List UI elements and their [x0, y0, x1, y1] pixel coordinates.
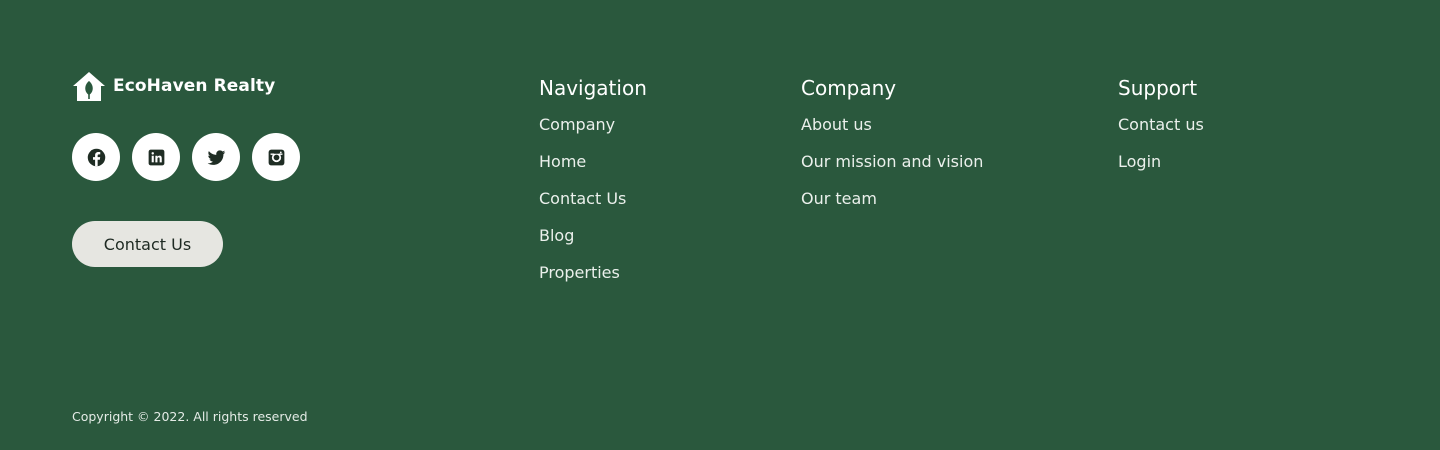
nav-link-properties[interactable]: Properties — [539, 263, 647, 300]
facebook-button[interactable] — [72, 133, 120, 181]
contact-us-button[interactable]: Contact Us — [72, 221, 223, 267]
site-footer: EcoHaven Realty Contact Us Navigation Co… — [0, 0, 1440, 450]
nav-link-blog[interactable]: Blog — [539, 226, 647, 263]
company-column: Company About us Our mission and vision … — [801, 76, 983, 226]
company-links: About us Our mission and vision Our team — [801, 115, 983, 226]
support-link-login[interactable]: Login — [1118, 152, 1204, 189]
navigation-column: Navigation Company Home Contact Us Blog … — [539, 76, 647, 300]
linkedin-icon — [148, 149, 164, 165]
brand-name: EcoHaven Realty — [113, 75, 276, 96]
company-link-our-team[interactable]: Our team — [801, 189, 983, 226]
nav-link-contact-us[interactable]: Contact Us — [539, 189, 647, 226]
social-links — [72, 133, 312, 181]
company-link-mission-vision[interactable]: Our mission and vision — [801, 152, 983, 189]
nav-link-company[interactable]: Company — [539, 115, 647, 152]
nav-link-home[interactable]: Home — [539, 152, 647, 189]
linkedin-button[interactable] — [132, 133, 180, 181]
support-link-contact-us[interactable]: Contact us — [1118, 115, 1204, 152]
brand[interactable]: EcoHaven Realty — [72, 71, 275, 102]
facebook-icon — [87, 148, 105, 166]
company-heading: Company — [801, 76, 897, 100]
twitter-icon — [207, 149, 225, 165]
support-heading: Support — [1118, 76, 1198, 100]
support-links: Contact us Login — [1118, 115, 1204, 189]
navigation-heading: Navigation — [539, 76, 647, 100]
company-link-about-us[interactable]: About us — [801, 115, 983, 152]
copyright-text: Copyright © 2022. All rights reserved — [72, 409, 308, 424]
instagram-button[interactable] — [252, 133, 300, 181]
instagram-icon — [268, 149, 284, 165]
twitter-button[interactable] — [192, 133, 240, 181]
navigation-links: Company Home Contact Us Blog Properties — [539, 115, 647, 300]
support-column: Support Contact us Login — [1118, 76, 1204, 189]
house-leaf-icon — [73, 72, 105, 101]
